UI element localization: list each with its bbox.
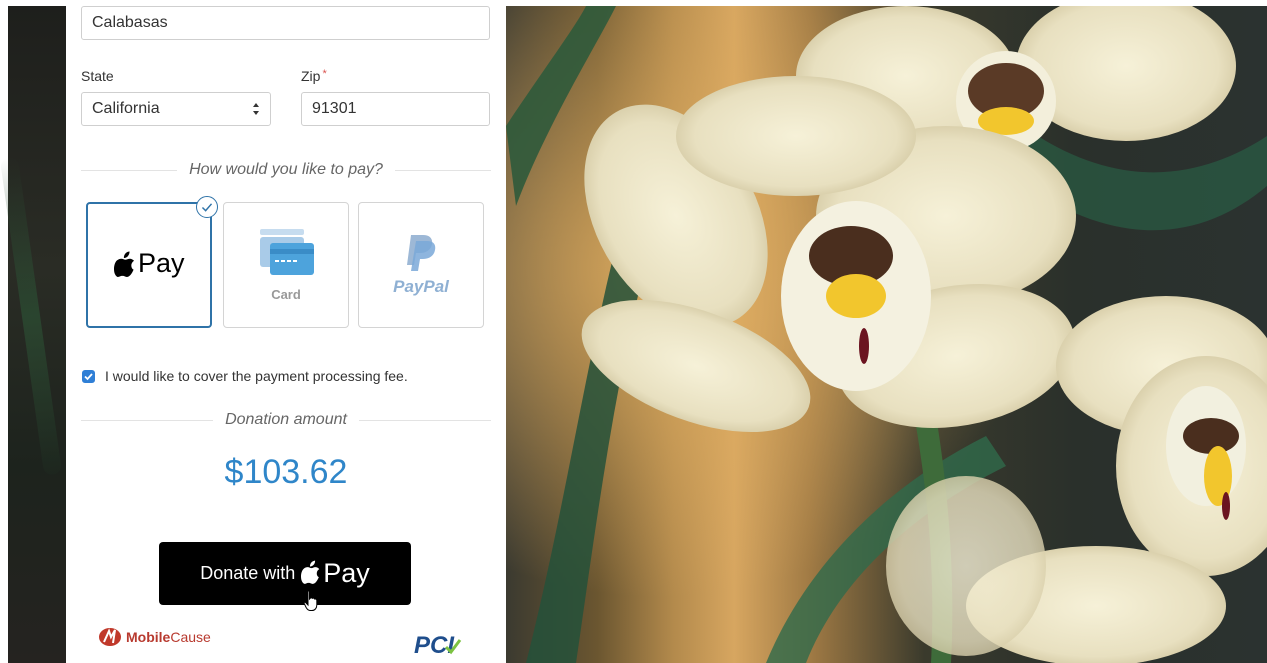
leaf-decoration (0, 156, 63, 476)
hand-cursor-icon (303, 590, 318, 611)
state-value: California (92, 100, 160, 117)
donation-heading: Donation amount (225, 411, 347, 428)
divider-line (394, 169, 492, 171)
apple-pay-label: Pay (138, 248, 185, 278)
donate-button-pay: Pay (323, 558, 370, 588)
card-option[interactable]: Card (223, 202, 349, 328)
mobilecause-suffix: Cause (170, 629, 211, 645)
city-field[interactable]: Calabasas (81, 6, 490, 40)
mobilecause-mark-icon (99, 628, 121, 646)
cover-fee-checkbox[interactable] (82, 369, 95, 383)
paypal-option-label: PayPal (393, 277, 449, 296)
selected-check-icon (196, 196, 218, 218)
credit-card-icon (260, 229, 314, 275)
pay-method-prompt: How would you like to pay? (189, 161, 383, 178)
apple-icon (301, 560, 320, 584)
divider-line (81, 169, 178, 171)
zip-label: Zip * (301, 68, 327, 84)
cover-fee-label: I would like to cover the payment proces… (105, 368, 408, 384)
paypal-icon (407, 235, 436, 271)
donation-form-panel: Calabasas State Zip * California 91301 Ho… (66, 6, 506, 663)
cover-fee-row: I would like to cover the payment proces… (82, 368, 408, 384)
mobilecause-brand: Mobile (126, 629, 171, 645)
divider-line (81, 419, 214, 421)
pci-check-icon (444, 639, 462, 655)
zip-input[interactable]: 91301 (301, 92, 490, 126)
donate-button-label: Donate with (200, 563, 296, 583)
donation-divider: Donation amount (81, 411, 492, 429)
pci-logo: PCI (414, 632, 462, 660)
pay-method-divider: How would you like to pay? (81, 161, 492, 179)
state-select[interactable]: California (81, 92, 271, 126)
donate-with-apple-pay-button[interactable]: Donate with Pay (159, 542, 411, 605)
orchid-illustration (506, 6, 1267, 663)
apple-pay-logo: Pay (114, 248, 185, 279)
paypal-option[interactable]: PayPal (358, 202, 484, 328)
city-value: Calabasas (92, 14, 168, 31)
divider-line (358, 419, 492, 421)
state-label: State (81, 68, 114, 84)
zip-label-text: Zip (301, 68, 321, 84)
select-arrows-icon (253, 103, 259, 115)
required-marker: * (322, 68, 327, 80)
left-background-strip (0, 6, 66, 663)
apple-pay-option[interactable]: Pay (86, 196, 218, 328)
mobilecause-logo: Mobile Cause (98, 626, 211, 648)
donation-amount: $103.62 (224, 453, 348, 491)
checkmark-icon (84, 372, 93, 380)
orchid-photo (506, 6, 1267, 663)
zip-value: 91301 (312, 100, 357, 117)
card-option-label: Card (271, 287, 301, 302)
apple-icon (114, 251, 135, 277)
